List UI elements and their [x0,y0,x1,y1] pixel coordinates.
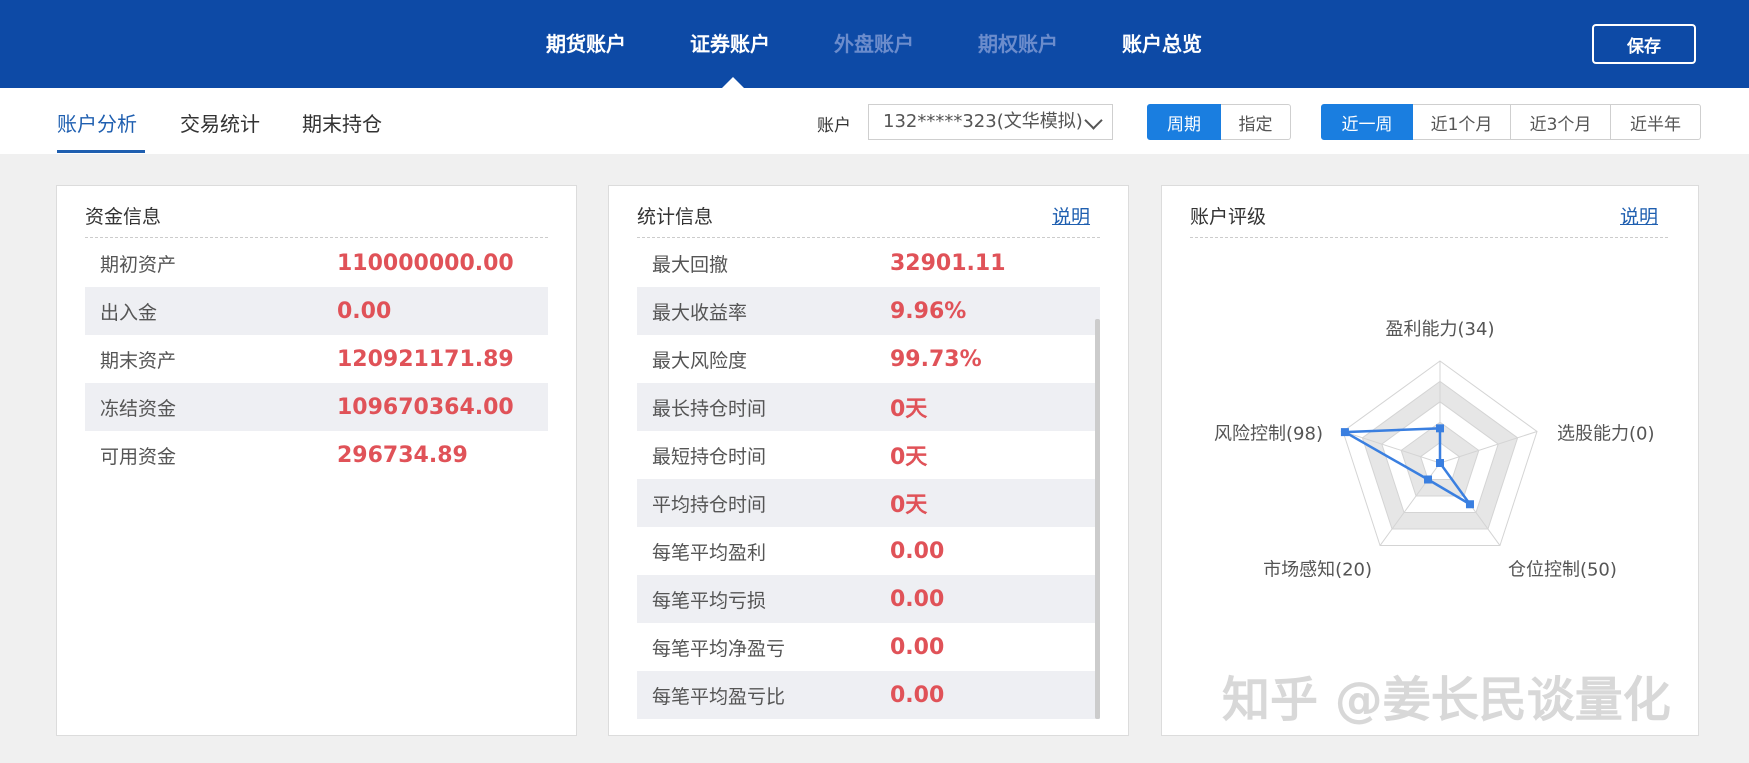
stats-row: 最长持仓时间 0天 [637,383,1100,431]
funds-panel-title: 资金信息 [85,206,162,228]
range-1w-button[interactable]: 近一周 [1321,104,1413,140]
funds-row: 可用资金 296734.89 [85,431,548,479]
radar-data-point [1436,459,1444,467]
stats-label: 每笔平均盈利 [652,541,767,564]
range-3m-button[interactable]: 近3个月 [1511,104,1611,140]
stats-label: 每笔平均盈亏比 [652,685,786,708]
funds-value: 296734.89 [337,442,468,468]
stats-label: 每笔平均净盈亏 [652,637,786,660]
stats-value: 0.00 [890,634,945,660]
radar-axis-label: 仓位控制(50) [1508,560,1617,581]
stats-label: 每笔平均亏损 [652,589,767,612]
stats-value: 0.00 [890,538,945,564]
save-button[interactable]: 保存 [1592,24,1696,64]
active-subtab-underline [57,150,145,153]
radar-data-point [1424,475,1433,484]
account-rating-radar-chart: 盈利能力(34) 选股能力(0) 仓位控制(50) 市场感知(20) 风险控制(98) [1214,319,1655,581]
stats-label: 最短持仓时间 [652,445,767,468]
divider [637,237,1100,238]
stats-value: 0天 [890,445,928,470]
tab-futures-account[interactable]: 期货账户 [546,28,626,57]
radar-axis-label: 风险控制(98) [1214,423,1323,444]
tab-trade-stats[interactable]: 交易统计 [180,108,260,137]
tab-end-positions[interactable]: 期末持仓 [302,108,382,137]
account-select[interactable]: 132*****323(文华模拟) [868,104,1113,140]
tab-options-account[interactable]: 期权账户 [978,28,1058,57]
funds-row: 出入金 0.00 [85,287,548,335]
stats-scrollbar[interactable] [1095,319,1100,719]
tab-foreign-account[interactable]: 外盘账户 [834,28,914,57]
stats-row: 最大风险度 99.73% [637,335,1100,383]
stats-value: 9.96% [890,298,967,324]
stats-value: 0天 [890,493,928,518]
stats-row: 最大收益率 9.96% [637,287,1100,335]
stats-label: 平均持仓时间 [652,493,767,516]
stats-label: 最大收益率 [652,301,748,324]
sub-header: 账户分析 交易统计 期末持仓 账户 132*****323(文华模拟) 周期 指… [0,88,1749,154]
tab-account-overview[interactable]: 账户总览 [1122,28,1202,57]
funds-value: 110000000.00 [337,250,514,276]
stats-value: 99.73% [890,346,982,372]
stats-row: 每笔平均盈亏比 0.00 [637,671,1100,719]
divider [85,237,548,238]
radar-data-point [1436,424,1444,433]
stats-panel: 统计信息 说明 最大回撤 32901.11 最大收益率 9.96% 最大风险度 99.73… [608,185,1129,736]
radar-axis-label: 市场感知(20) [1263,560,1372,581]
funds-panel: 资金信息 期初资产 110000000.00 出入金 0.00 期末资产 12092117… [56,185,577,736]
stats-row: 每笔平均亏损 0.00 [637,575,1100,623]
funds-value: 0.00 [337,298,392,324]
radar-axis-label: 选股能力(0) [1557,423,1655,444]
funds-row: 期初资产 110000000.00 [85,239,548,287]
account-label: 账户 [817,116,851,136]
funds-label: 冻结资金 [100,397,177,420]
stats-label: 最大风险度 [652,349,748,372]
funds-label: 期初资产 [100,253,177,276]
stats-value: 32901.11 [890,250,1006,276]
funds-row: 冻结资金 109670364.00 [85,383,548,431]
stats-row: 最大回撤 32901.11 [637,239,1100,287]
stats-value: 0.00 [890,682,945,708]
funds-value: 109670364.00 [337,394,514,420]
radar-data-point [1465,500,1474,509]
active-tab-caret [722,77,744,88]
watermark: 知乎 @姜长民谈量化 [1222,672,1671,728]
tab-securities-account[interactable]: 证券账户 [690,28,770,57]
funds-row: 期末资产 120921171.89 [85,335,548,383]
chevron-down-icon [1084,111,1103,130]
funds-label: 出入金 [100,301,158,324]
stats-value: 0.00 [890,586,945,612]
mode-custom-button[interactable]: 指定 [1221,104,1291,140]
range-1m-button[interactable]: 近1个月 [1413,104,1511,140]
stats-help-link[interactable]: 说明 [1052,202,1090,229]
account-select-value: 132*****323(文华模拟) [883,111,1083,132]
stats-row: 最短持仓时间 0天 [637,431,1100,479]
rating-panel: 账户评级 说明 盈利能力(34) 选股能力(0) 仓位控制(50) 市场感知(20) 风… [1161,185,1699,736]
stats-row: 每笔平均净盈亏 0.00 [637,623,1100,671]
radar-axis-label: 盈利能力(34) [1386,319,1495,340]
mode-period-button[interactable]: 周期 [1147,104,1221,140]
top-nav-bar: 期货账户 证券账户 外盘账户 期权账户 账户总览 保存 [0,0,1749,88]
stats-row: 每笔平均盈利 0.00 [637,527,1100,575]
funds-value: 120921171.89 [337,346,514,372]
stats-value: 0天 [890,397,928,422]
stats-row: 平均持仓时间 0天 [637,479,1100,527]
funds-label: 可用资金 [100,445,177,468]
range-6m-button[interactable]: 近半年 [1611,104,1701,140]
range-toggle: 近一周 近1个月 近3个月 近半年 [1321,104,1701,140]
stats-panel-title: 统计信息 [637,206,714,228]
tab-account-analysis[interactable]: 账户分析 [57,108,137,137]
stats-label: 最长持仓时间 [652,397,767,420]
stats-label: 最大回撤 [652,253,729,276]
radar-data-point [1340,428,1349,437]
funds-label: 期末资产 [100,349,177,372]
mode-toggle: 周期 指定 [1147,104,1291,140]
